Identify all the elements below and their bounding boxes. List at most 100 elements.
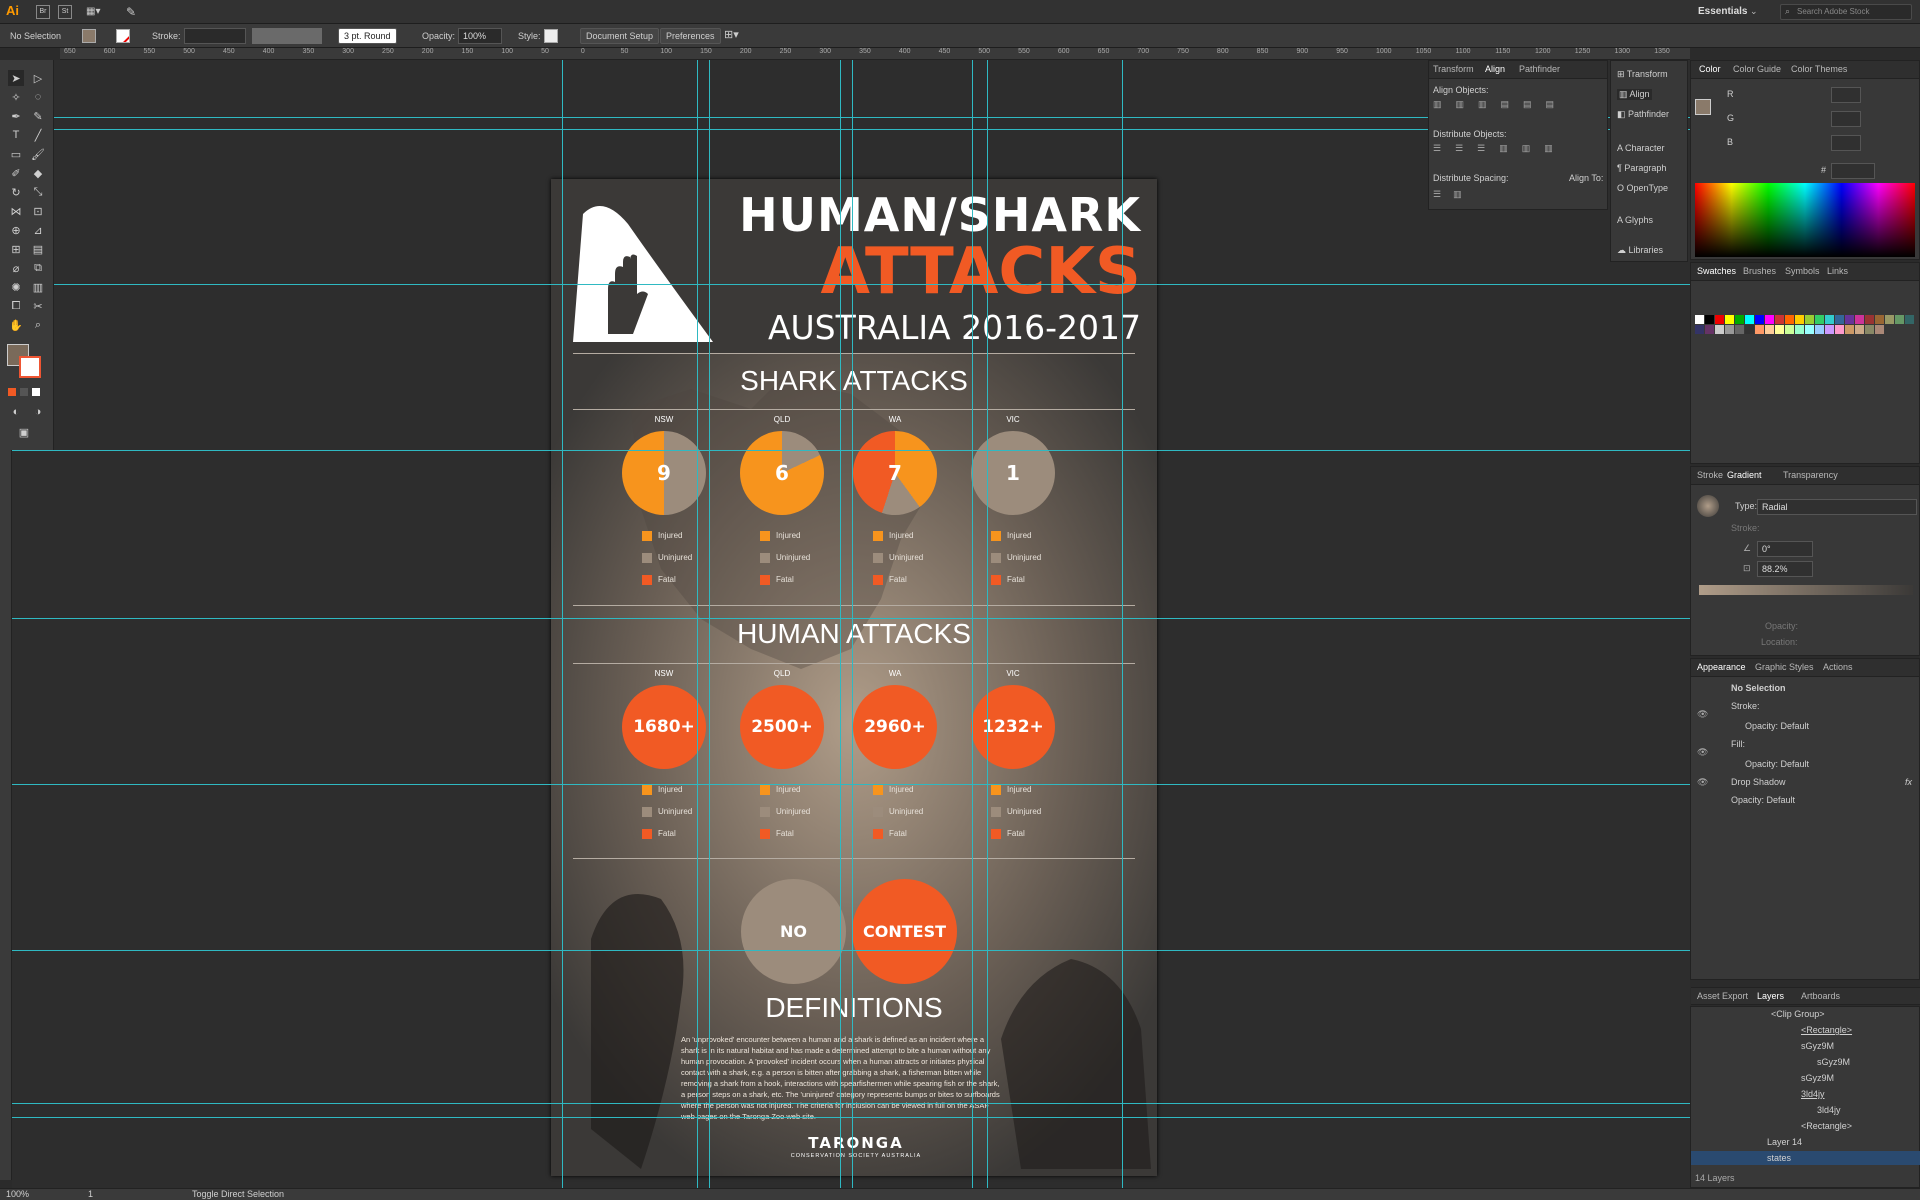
paintbrush-tool-icon[interactable]: 🖌 — [30, 146, 46, 162]
swatch[interactable] — [1745, 325, 1754, 334]
tab-asset-export[interactable]: Asset Export — [1697, 991, 1748, 1001]
blend-tool-icon[interactable]: ⧉ — [30, 260, 46, 276]
zoom-tool-icon[interactable]: ⌕ — [30, 317, 46, 333]
artboard-tool-icon[interactable]: ⧠ — [8, 298, 24, 314]
selection-tool-icon[interactable]: ➤ — [8, 70, 24, 86]
canvas[interactable]: HUMAN/SHARK ATTACKS AUSTRALIA 2016-2017 … — [12, 60, 1690, 1188]
swatch[interactable] — [1715, 325, 1724, 334]
guide[interactable] — [12, 450, 1690, 451]
stroke-weight-field[interactable] — [184, 28, 246, 44]
appearance-stroke[interactable]: Stroke: — [1731, 701, 1760, 711]
layer-row[interactable]: sGyz9M — [1801, 1041, 1834, 1051]
swatch[interactable] — [1765, 315, 1774, 324]
appearance-drop-shadow[interactable]: Drop Shadow — [1731, 777, 1786, 787]
tab-gradient[interactable]: Gradient — [1727, 470, 1762, 480]
swatch[interactable] — [1865, 325, 1874, 334]
color-mode-icon[interactable] — [8, 388, 16, 396]
fill-color-icon[interactable] — [1695, 99, 1711, 115]
shaper-tool-icon[interactable]: ✐ — [8, 165, 24, 181]
artboard-number[interactable]: 1 — [88, 1189, 93, 1199]
layer-row[interactable]: 3ld4jy — [1817, 1105, 1841, 1115]
dock-opentype[interactable]: O OpenType — [1617, 183, 1668, 193]
shape-builder-tool-icon[interactable]: ⊕ — [8, 222, 24, 238]
chevron-down-icon[interactable]: ⌄ — [1750, 6, 1758, 17]
lasso-tool-icon[interactable]: ◌ — [30, 89, 46, 105]
magic-wand-tool-icon[interactable]: ✧ — [8, 89, 24, 105]
symbol-sprayer-tool-icon[interactable]: ✺ — [8, 279, 24, 295]
bridge-icon[interactable]: Br — [36, 5, 50, 19]
dock-align[interactable]: ▥ Align — [1617, 89, 1652, 100]
layer-row[interactable]: <Clip Group> — [1771, 1009, 1825, 1019]
swatch[interactable] — [1725, 315, 1734, 324]
swatch[interactable] — [1875, 315, 1884, 324]
guide[interactable] — [12, 1117, 1690, 1118]
type-tool-icon[interactable]: T — [8, 127, 24, 143]
vertical-ruler[interactable] — [0, 440, 12, 1180]
visibility-eye-icon[interactable]: 👁 — [1697, 777, 1708, 788]
tab-layers[interactable]: Layers — [1757, 991, 1784, 1001]
swatch[interactable] — [1735, 325, 1744, 334]
arrange-documents-icon[interactable]: ▦▾ — [86, 6, 108, 18]
swatch[interactable] — [1845, 315, 1854, 324]
guide[interactable] — [12, 1103, 1690, 1104]
swatch[interactable] — [1705, 325, 1714, 334]
angle-field[interactable]: 0° — [1757, 541, 1813, 557]
swatch[interactable] — [1845, 325, 1854, 334]
fx-icon[interactable]: fx — [1905, 777, 1912, 787]
guide[interactable] — [562, 60, 563, 1188]
swatch[interactable] — [1805, 325, 1814, 334]
swatch[interactable] — [1765, 325, 1774, 334]
distribute-buttons[interactable]: ☰☰☰▥▥▥ — [1433, 143, 1567, 154]
tab-color-guide[interactable]: Color Guide — [1733, 64, 1781, 74]
direct-selection-tool-icon[interactable]: ▷ — [30, 70, 46, 86]
tab-artboards[interactable]: Artboards — [1801, 991, 1840, 1001]
tab-pathfinder[interactable]: Pathfinder — [1519, 64, 1560, 74]
tab-appearance[interactable]: Appearance — [1697, 662, 1746, 672]
tab-stroke[interactable]: Stroke — [1697, 470, 1723, 480]
opacity-field[interactable]: 100% — [458, 28, 502, 44]
swatch[interactable] — [1865, 315, 1874, 324]
visibility-eye-icon[interactable]: 👁 — [1697, 709, 1708, 720]
swatch[interactable] — [1855, 315, 1864, 324]
draw-inside-icon[interactable]: ◑ — [30, 404, 46, 420]
stroke-swatch[interactable] — [116, 29, 130, 43]
none-mode-icon[interactable] — [32, 388, 40, 396]
line-tool-icon[interactable]: ╱ — [30, 127, 46, 143]
free-transform-tool-icon[interactable]: ⊡ — [30, 203, 46, 219]
color-spectrum[interactable] — [1695, 183, 1915, 257]
width-tool-icon[interactable]: ⋈ — [8, 203, 24, 219]
tab-actions[interactable]: Actions — [1823, 662, 1853, 672]
swatch[interactable] — [1795, 325, 1804, 334]
spacing-buttons[interactable]: ☰▥ — [1433, 189, 1474, 200]
swatch[interactable] — [1705, 315, 1714, 324]
fill-swatch[interactable] — [82, 29, 96, 43]
gradient-slider[interactable] — [1699, 585, 1913, 595]
tab-symbols[interactable]: Symbols — [1785, 266, 1820, 276]
swatch[interactable] — [1825, 315, 1834, 324]
layer-row[interactable]: <Rectangle> — [1801, 1025, 1852, 1035]
swatch[interactable] — [1835, 325, 1844, 334]
tab-transform[interactable]: Transform — [1433, 64, 1474, 74]
gradient-tool-icon[interactable]: ▤ — [30, 241, 46, 257]
swatch-grid[interactable] — [1695, 315, 1915, 375]
hex-field[interactable] — [1831, 163, 1875, 179]
swatch[interactable] — [1905, 315, 1914, 324]
tab-swatches[interactable]: Swatches — [1697, 266, 1736, 276]
guide[interactable] — [12, 284, 1690, 285]
layer-row-selected[interactable]: states — [1691, 1151, 1920, 1165]
b-field[interactable] — [1831, 135, 1861, 151]
tab-color-themes[interactable]: Color Themes — [1791, 64, 1847, 74]
swatch[interactable] — [1715, 315, 1724, 324]
appearance-fill-opacity[interactable]: Opacity: Default — [1745, 759, 1809, 769]
dock-paragraph[interactable]: ¶ Paragraph — [1617, 163, 1666, 173]
swatch[interactable] — [1795, 315, 1804, 324]
tab-graphic-styles[interactable]: Graphic Styles — [1755, 662, 1814, 672]
appearance-fill[interactable]: Fill: — [1731, 739, 1745, 749]
appearance-stroke-opacity[interactable]: Opacity: Default — [1745, 721, 1809, 731]
guide[interactable] — [987, 60, 988, 1188]
align-options-icon[interactable]: ⊞▾ — [724, 28, 739, 41]
guide[interactable] — [12, 950, 1690, 951]
appearance-opacity[interactable]: Opacity: Default — [1731, 795, 1795, 805]
perspective-grid-tool-icon[interactable]: ⊿ — [30, 222, 46, 238]
eraser-tool-icon[interactable]: ◆ — [30, 165, 46, 181]
